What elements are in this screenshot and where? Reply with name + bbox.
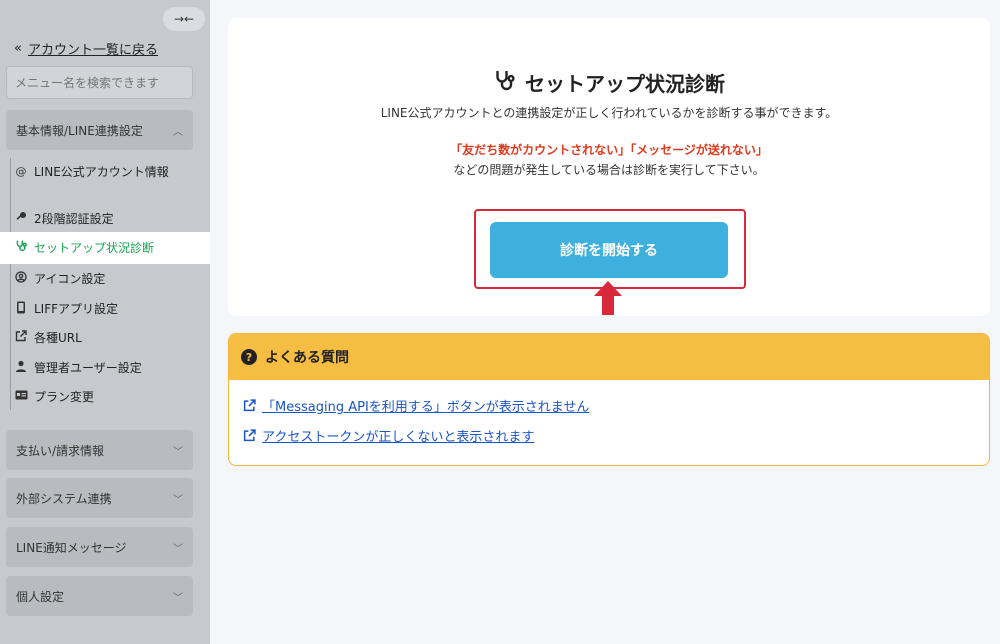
faq-link-label: アクセストークンが正しくないと表示されます [262,430,535,445]
warning-text: 「友だち数がカウントされない」「メッセージが送れない」 [450,143,768,157]
mobile-icon [14,301,28,319]
arrow-up-icon [594,281,622,315]
section-basic-info[interactable]: 基本情報/LINE連携設定 ︿ [6,110,193,150]
sidebar-item-icon-settings[interactable]: アイコン設定 [14,271,105,288]
nav-tree-line [10,158,11,410]
section-external-systems[interactable]: 外部システム連携 ﹀ [6,478,193,518]
setup-diagnosis-card: セットアップ状況診断 LINE公式アカウントとの連携設定が正しく行われているかを… [228,18,990,316]
stethoscope-icon [493,68,517,97]
id-card-icon [14,389,28,405]
back-link-label: アカウント一覧に戻る [27,43,158,58]
external-link-icon [243,429,256,442]
user-icon [14,360,28,377]
chevron-down-icon: ﹀ [173,543,183,555]
page-title: セットアップ状況診断 [228,68,990,97]
sidebar-item-label: 各種URL [34,331,82,345]
sidebar-item-label: 2段階認証設定 [34,212,114,226]
description-text-2: などの問題が発生している場合は診断を実行して下さい。 [453,163,765,177]
start-diagnosis-button[interactable]: 診断を開始する [490,222,728,278]
sidebar-item-urls[interactable]: 各種URL [14,330,82,347]
section-payment[interactable]: 支払い/請求情報 ﹀ [6,430,193,470]
description-text: LINE公式アカウントとの連携設定が正しく行われているかを診断する事ができます。 [380,106,838,120]
faq-link-access-token[interactable]: アクセストークンが正しくないと表示されます [243,426,534,445]
sidebar-item-label: セットアップ状況診断 [34,241,155,255]
sidebar-item-admin-users[interactable]: 管理者ユーザー設定 [14,360,142,377]
section-label: 外部システム連携 [16,491,112,506]
section-label: 支払い/請求情報 [16,443,105,458]
section-personal-settings[interactable]: 個人設定 ﹀ [6,576,193,616]
section-label: 個人設定 [16,589,65,604]
question-circle-icon: ? [241,349,257,365]
sidebar-item-liff-settings[interactable]: LIFFアプリ設定 [14,301,118,319]
faq-title: よくある質問 [265,350,349,366]
external-link-icon [243,399,256,412]
sidebar-item-two-factor[interactable]: 2段階認証設定 [14,211,114,228]
user-circle-icon [14,271,28,288]
sidebar: →← « アカウント一覧に戻る 基本情報/LINE連携設定 ︿ @ LINE公式… [0,0,210,644]
double-chevron-left-icon: « [14,41,22,56]
at-icon: @ [15,165,27,178]
sidebar-item-label: LIFFアプリ設定 [34,302,119,316]
faq-link-label: 「Messaging APIを利用する」ボタンが表示されません [262,400,590,415]
faq-header: ? よくある質問 [229,334,989,380]
faq-link-messaging-api[interactable]: 「Messaging APIを利用する」ボタンが表示されません [243,396,589,415]
page-title-text: セットアップ状況診断 [525,72,725,96]
chevron-down-icon: ﹀ [173,446,183,458]
stethoscope-icon [14,239,28,257]
sidebar-item-label: プラン変更 [34,390,95,404]
back-to-accounts-link[interactable]: « アカウント一覧に戻る [14,39,158,58]
sidebar-item-label: アイコン設定 [34,272,106,286]
sidebar-item-plan-change[interactable]: プラン変更 [14,389,94,405]
sidebar-item-setup-diagnosis[interactable]: セットアップ状況診断 [0,232,210,264]
key-icon [14,211,28,228]
sidebar-collapse-button[interactable]: →← [163,7,205,31]
collapse-arrows-icon: →← [173,12,195,26]
external-link-icon [14,330,28,347]
section-label: 基本情報/LINE連携設定 [16,123,143,138]
chevron-up-icon: ︿ [173,126,183,138]
sidebar-item-label: LINE公式アカウント情報 [34,165,169,179]
chevron-down-icon: ﹀ [173,494,183,506]
section-label: LINE通知メッセージ [16,540,127,555]
menu-search-input[interactable] [6,66,193,99]
sidebar-item-line-account-info[interactable]: @ LINE公式アカウント情報 [14,164,174,180]
faq-panel: ? よくある質問 「Messaging APIを利用する」ボタンが表示されません… [228,333,990,466]
section-line-notify[interactable]: LINE通知メッセージ ﹀ [6,527,193,567]
chevron-down-icon: ﹀ [173,592,183,604]
sidebar-item-label: 管理者ユーザー設定 [34,361,142,375]
